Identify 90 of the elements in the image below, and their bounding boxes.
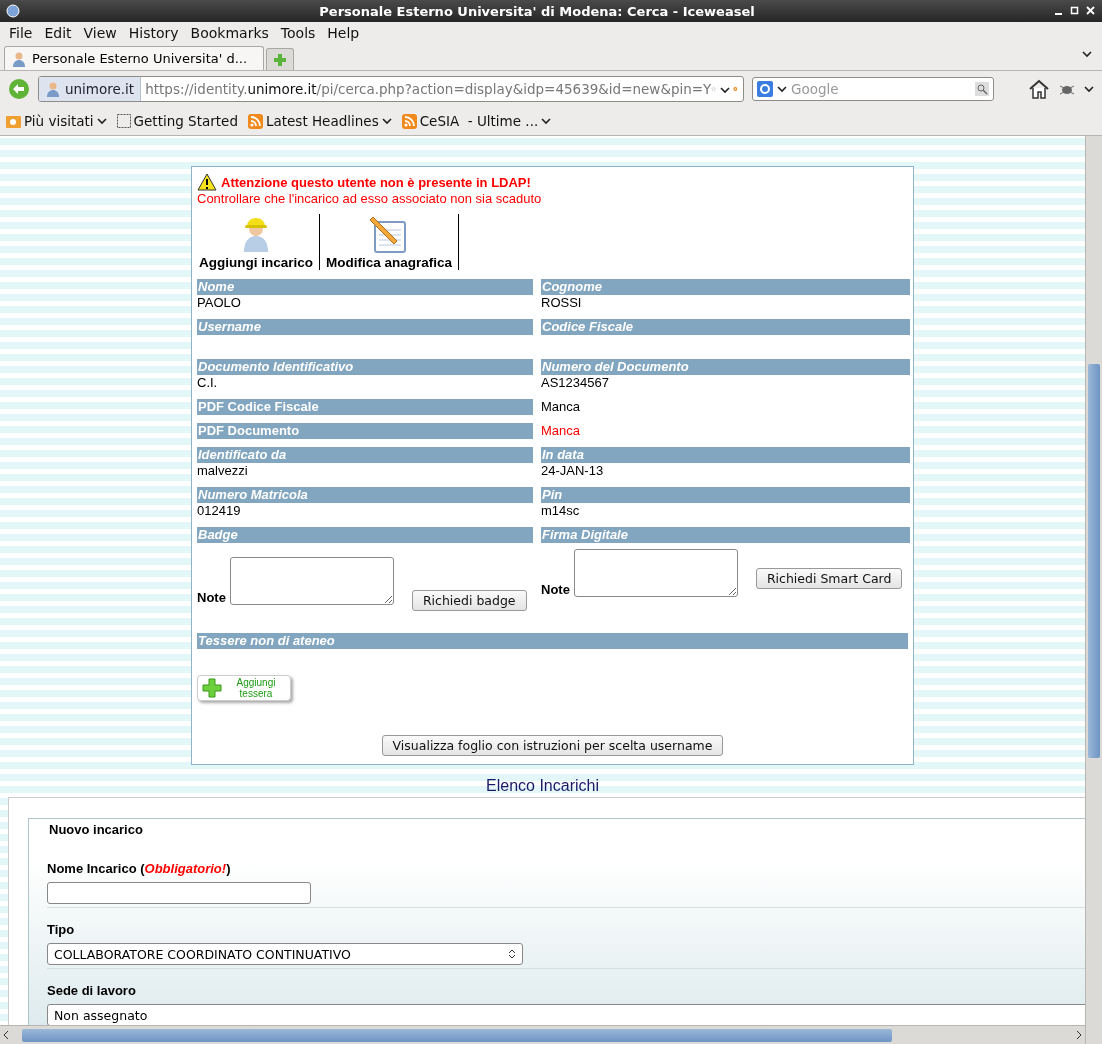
field-value: 012419 <box>197 503 242 519</box>
dropdown-icon[interactable] <box>381 117 392 125</box>
search-icon[interactable] <box>975 82 989 96</box>
action-button[interactable]: Modifica anagrafica <box>320 214 460 270</box>
maximize-icon[interactable] <box>1070 6 1080 16</box>
field-value: 24-JAN-13 <box>541 463 605 479</box>
horizontal-scrollbar[interactable] <box>0 1025 1085 1044</box>
warning-message: Controllare che l'incarico ad esso associato non sia scaduto <box>197 191 543 206</box>
field-label: Numero del Documento <box>541 359 910 375</box>
field-label: In data <box>541 447 910 463</box>
field-value: C.I. <box>197 375 219 391</box>
add-card-button[interactable]: Aggiungi tessera <box>197 675 291 701</box>
warning-icon <box>197 173 217 191</box>
warning-title: Attenzione questo utente non è presente in LDAP! <box>221 174 531 190</box>
section-heading: Elenco Incarichi <box>486 777 599 795</box>
field-label: Codice Fiscale <box>541 319 910 335</box>
field-value: malvezzi <box>197 463 249 479</box>
field-value: ROSSI <box>541 295 583 311</box>
note-label: Note <box>541 582 570 597</box>
note-field[interactable] <box>573 549 738 597</box>
field-label: Tipo <box>47 922 76 937</box>
window-title: Personale Esterno Universita' di Modena: Cerca - Iceweasel <box>318 3 756 19</box>
field-label: PDF Codice Fiscale <box>197 399 533 415</box>
address-field[interactable]: unimore.it https://identity.unimore.it/pi/cerca.php?action=display&idp=45639&id=new&pin=Y <box>38 76 744 102</box>
plus-icon <box>202 678 222 698</box>
field-value: m14sc <box>541 503 581 519</box>
menu-item[interactable]: Help <box>322 25 365 41</box>
bookmark-item[interactable]: CeSIA - Ultime ... <box>401 113 552 129</box>
section-label: Tessere non di ateneo <box>197 633 908 649</box>
site-identity-button[interactable]: unimore.it <box>39 77 142 101</box>
note-field[interactable] <box>229 557 394 605</box>
field-label: Sede di lavoro <box>47 983 137 998</box>
field-value: PAOLO <box>197 295 242 311</box>
note-label: Note <box>197 590 226 605</box>
url-text: https://identity.unimore.it/pi/cerca.php?action=display&idp=45639&id=new&pin=Y <box>144 81 712 97</box>
request-button[interactable]: Richiedi badge <box>411 590 527 611</box>
field-value: Manca <box>541 423 582 439</box>
instructions-button[interactable]: Visualizza foglio con istruzioni per scelta username <box>381 735 724 756</box>
field-label: Firma Digitale <box>541 527 910 543</box>
menu-item[interactable]: View <box>78 25 122 41</box>
site-select[interactable]: Non assegnato <box>47 1004 1085 1025</box>
folder-icon <box>6 114 21 128</box>
menu-item[interactable]: Bookmarks <box>185 25 274 41</box>
field-label: PDF Documento <box>197 423 533 439</box>
menu-item[interactable]: History <box>123 25 184 41</box>
blank-page-icon <box>116 114 131 128</box>
dropdown-icon[interactable] <box>719 87 730 94</box>
plus-icon <box>274 53 286 66</box>
close-icon[interactable] <box>1086 6 1096 16</box>
search-box[interactable]: Google <box>752 77 994 101</box>
person-icon <box>45 81 61 97</box>
dropdown-icon[interactable] <box>96 117 107 125</box>
menu-item[interactable]: Edit <box>39 25 77 41</box>
field-label: Nome Incarico (Obbligatorio!) <box>47 861 232 876</box>
field-label: Numero Matricola <box>197 487 533 503</box>
person-icon <box>11 50 27 67</box>
name-input[interactable] <box>47 882 311 904</box>
feed-icon <box>247 113 263 129</box>
field-label: Nome <box>197 279 533 295</box>
scroll-right-icon[interactable] <box>1075 1030 1083 1040</box>
vertical-scrollbar[interactable] <box>1085 136 1102 1044</box>
dropdown-icon[interactable] <box>1084 85 1094 93</box>
fieldset-legend: Nuovo incarico <box>49 822 1085 837</box>
bookmark-item[interactable]: Latest Headlines <box>247 113 392 129</box>
feed-icon <box>401 113 417 129</box>
app-icon <box>6 4 20 18</box>
select-arrows-icon <box>508 948 516 960</box>
request-button[interactable]: Richiedi Smart Card <box>755 568 903 589</box>
bookmark-item[interactable]: Getting Started <box>116 113 238 129</box>
field-label: Cognome <box>541 279 910 295</box>
tab-list-icon[interactable] <box>1082 51 1092 58</box>
field-label: Username <box>197 319 533 335</box>
type-select[interactable]: COLLABORATORE COORDINATO CONTINUATIVO <box>47 943 523 965</box>
field-label: Identificato da <box>197 447 533 463</box>
home-icon[interactable] <box>1028 78 1050 100</box>
dropdown-icon[interactable] <box>777 85 787 93</box>
field-value: Manca <box>541 399 582 415</box>
menu-item[interactable]: Tools <box>275 25 321 41</box>
field-label: Badge <box>197 527 533 543</box>
search-engine-icon[interactable] <box>757 81 773 97</box>
field-label: Documento Identificativo <box>197 359 533 375</box>
bookmark-item[interactable]: Più visitati <box>6 113 107 129</box>
dropdown-icon[interactable] <box>541 117 552 125</box>
field-label: Pin <box>541 487 910 503</box>
menu-item[interactable]: File <box>4 25 38 41</box>
action-button[interactable]: Aggiungi incarico <box>197 214 320 270</box>
scroll-left-icon[interactable] <box>2 1030 10 1040</box>
browser-tab[interactable]: Personale Esterno Universita' d... <box>4 46 264 70</box>
field-value: AS1234567 <box>541 375 610 391</box>
back-icon[interactable] <box>8 78 30 100</box>
